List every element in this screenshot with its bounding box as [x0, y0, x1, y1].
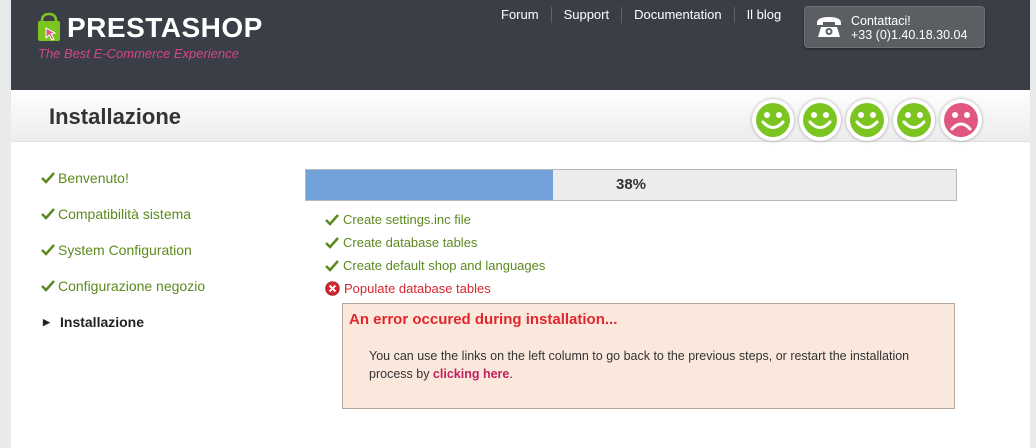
sidebar-item-system-configuration[interactable]: System Configuration: [41, 232, 205, 268]
sidebar-item-label: Installazione: [60, 314, 145, 330]
smiley-happy-icon: [752, 99, 794, 141]
current-step-arrow-icon: ▶: [43, 316, 50, 327]
restart-link[interactable]: clicking here: [433, 367, 509, 381]
sidebar-item-label: Benvenuto!: [58, 170, 129, 186]
top-bar: PRESTASHOP The Best E-Commerce Experienc…: [11, 0, 1030, 90]
sidebar-item-label: Compatibilità sistema: [58, 206, 192, 222]
smiley-sad-icon: [940, 99, 982, 141]
logo-tagline: The Best E-Commerce Experience: [38, 46, 239, 61]
smiley-happy-icon: [893, 99, 935, 141]
step-label: Create database tables: [343, 235, 478, 250]
error-message: You can use the links on the left column…: [369, 347, 949, 383]
smiley-happy-icon: [799, 99, 841, 141]
sidebar-item-system-compatibility[interactable]: Compatibilità sistema: [41, 196, 205, 232]
checkmark-icon: [41, 280, 55, 292]
sidebar-item-shop-configuration[interactable]: Configurazione negozio: [41, 268, 205, 304]
contact-box[interactable]: Contattaci! +33 (0)1.40.18.30.04: [804, 6, 985, 48]
sidebar-item-label: System Configuration: [58, 242, 192, 258]
install-step-list: Create settings.inc file Create database…: [325, 208, 545, 300]
contact-label: Contattaci!: [851, 14, 911, 28]
error-message-box: An error occured during installation... …: [342, 303, 955, 409]
checkmark-icon: [325, 213, 339, 226]
telephone-icon: [817, 17, 841, 37]
error-message-end: .: [509, 367, 513, 381]
list-item: Create settings.inc file: [325, 208, 545, 231]
list-item: Create database tables: [325, 231, 545, 254]
step-label: Create settings.inc file: [343, 212, 471, 227]
sidebar-item-label: Configurazione negozio: [58, 278, 206, 294]
error-title: An error occured during installation...: [349, 311, 618, 328]
smiley-rating: [752, 99, 982, 141]
checkmark-icon: [41, 244, 55, 256]
install-progress-bar: 38%: [305, 169, 957, 201]
checkmark-icon: [325, 259, 339, 272]
contact-phone: +33 (0)1.40.18.30.04: [851, 28, 968, 42]
sidebar-item-installation: ▶ Installazione: [41, 304, 205, 340]
checkmark-icon: [41, 172, 55, 184]
progress-percent: 38%: [615, 176, 647, 193]
sidebar-item-welcome[interactable]: Benvenuto!: [41, 160, 205, 196]
step-label: Populate database tables: [344, 281, 491, 296]
nav-link-blog[interactable]: Il blog: [735, 7, 794, 23]
list-item: Populate database tables: [325, 277, 545, 300]
top-navigation: Forum Support Documentation Il blog: [489, 7, 793, 23]
installer-page: PRESTASHOP The Best E-Commerce Experienc…: [11, 0, 1030, 448]
nav-link-forum[interactable]: Forum: [489, 7, 552, 23]
smiley-happy-icon: [846, 99, 888, 141]
checkmark-icon: [41, 208, 55, 220]
step-label: Create default shop and languages: [343, 258, 546, 273]
page-header: Installazione: [11, 90, 1030, 142]
page-title: Installazione: [49, 104, 182, 129]
shopping-bag-icon: [38, 12, 60, 41]
checkmark-icon: [325, 236, 339, 249]
error-x-icon: [325, 281, 340, 296]
logo-text: PRESTASHOP: [67, 12, 263, 43]
step-sidebar: Benvenuto! Compatibilità sistema System …: [41, 160, 205, 340]
nav-link-documentation[interactable]: Documentation: [622, 7, 735, 23]
list-item: Create default shop and languages: [325, 254, 545, 277]
nav-link-support[interactable]: Support: [552, 7, 623, 23]
